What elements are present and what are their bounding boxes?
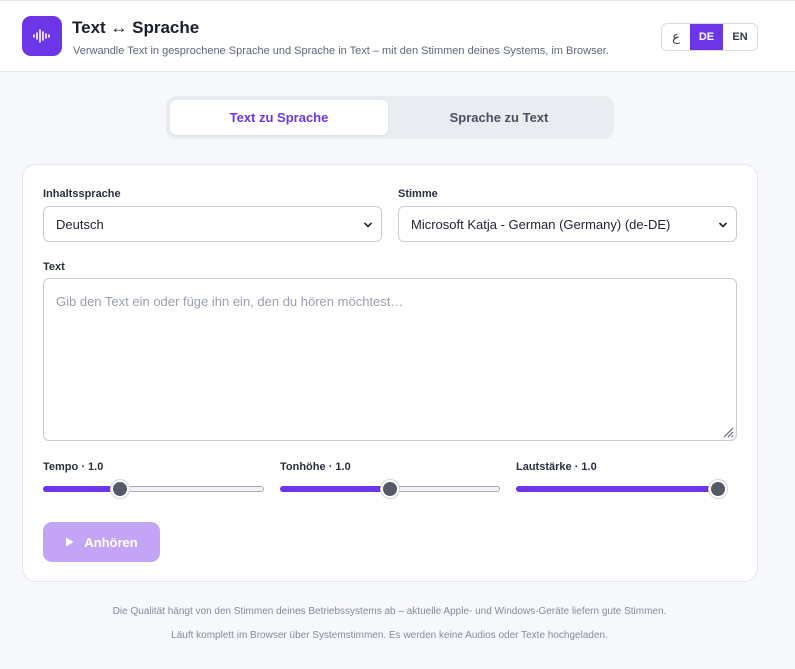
slider-thumb[interactable]: [381, 480, 399, 498]
volume-slider[interactable]: [516, 480, 727, 498]
voice-value: Microsoft Katja - German (Germany) (de-D…: [411, 216, 671, 232]
pitch-value: · 1.0: [328, 461, 351, 473]
tempo-value: · 1.0: [81, 461, 104, 473]
app-header: Text ↔ Sprache Verwandle Text in gesproc…: [0, 0, 795, 72]
tempo-label: Tempo · 1.0: [43, 461, 103, 473]
slider-thumb[interactable]: [709, 480, 727, 498]
app-subtitle: Verwandle Text in gesprochene Sprache un…: [73, 45, 609, 57]
voice-label: Stimme: [398, 188, 438, 200]
play-icon: [66, 537, 74, 547]
lang-option-arabic[interactable]: ع: [662, 24, 690, 50]
mode-tabs: Text zu Sprache Sprache zu Text: [166, 96, 614, 139]
lang-option-en[interactable]: EN: [723, 24, 757, 50]
voice-select[interactable]: Microsoft Katja - German (Germany) (de-D…: [398, 206, 737, 242]
app-title: Text ↔ Sprache: [72, 18, 200, 37]
waveform-icon: [22, 16, 62, 56]
pitch-slider[interactable]: [280, 480, 500, 498]
resize-grip-icon[interactable]: [722, 426, 734, 438]
slider-thumb[interactable]: [111, 480, 129, 498]
tab-text-to-speech[interactable]: Text zu Sprache: [170, 100, 388, 135]
pitch-label: Tonhöhe · 1.0: [280, 461, 351, 473]
footer-note-quality: Die Qualität hängt von den Stimmen deine…: [112, 606, 667, 617]
tempo-label-text: Tempo: [43, 461, 79, 473]
footer-note-privacy: Läuft komplett im Browser über Systemsti…: [171, 630, 608, 641]
language-switcher: ع DE EN: [661, 23, 758, 51]
tts-card: Inhaltssprache Deutsch Stimme Microsoft …: [22, 164, 758, 582]
slider-fill: [43, 486, 120, 492]
pitch-label-text: Tonhöhe: [280, 461, 326, 473]
text-input-placeholder: Gib den Text ein oder füge ihn ein, den …: [56, 294, 404, 309]
tab-speech-to-text[interactable]: Sprache zu Text: [388, 100, 610, 135]
content-language-value: Deutsch: [56, 216, 104, 232]
lang-option-de[interactable]: DE: [690, 24, 723, 50]
content-language-select[interactable]: Deutsch: [43, 206, 382, 242]
listen-button-label: Anhören: [84, 534, 138, 550]
volume-label-text: Lautstärke: [516, 461, 572, 473]
volume-value: · 1.0: [574, 461, 597, 473]
volume-label: Lautstärke · 1.0: [516, 461, 597, 473]
slider-fill: [516, 486, 727, 492]
listen-button[interactable]: Anhören: [43, 522, 160, 562]
text-label: Text: [43, 261, 65, 273]
slider-fill: [280, 486, 390, 492]
chevron-down-icon: [718, 222, 728, 228]
content-language-label: Inhaltssprache: [43, 188, 121, 200]
text-input[interactable]: Gib den Text ein oder füge ihn ein, den …: [43, 278, 737, 441]
chevron-down-icon: [363, 222, 373, 228]
tempo-slider[interactable]: [43, 480, 264, 498]
